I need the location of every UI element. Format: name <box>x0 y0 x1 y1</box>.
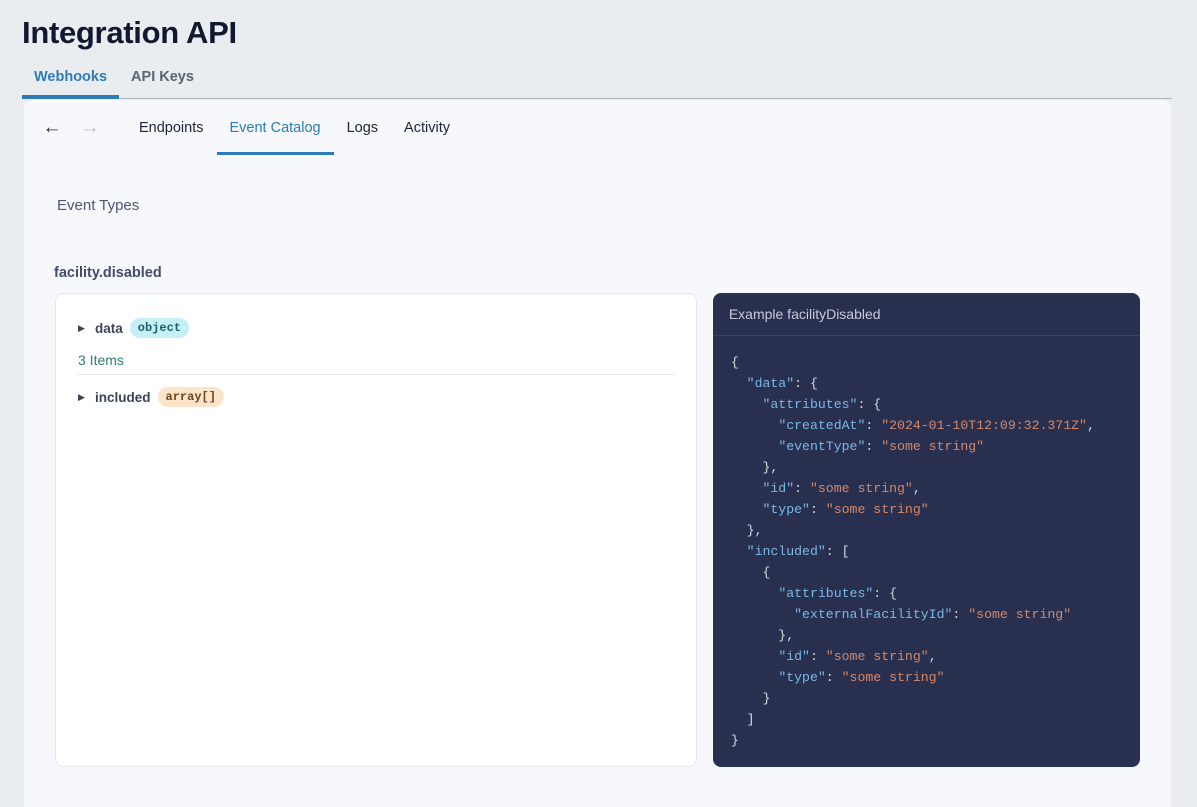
type-badge-array: array[] <box>157 387 224 407</box>
code-token: : <box>865 439 882 454</box>
code-token: "some string" <box>841 670 945 685</box>
code-example-title: Example facilityDisabled <box>712 293 1140 336</box>
code-token: : <box>825 670 842 685</box>
arrow-left-icon[interactable]: ← <box>38 114 66 142</box>
code-token: : { <box>873 586 898 601</box>
tree-row[interactable]: ▶ included array[] <box>78 383 674 411</box>
code-example-body: { "data": { "attributes": { "createdAt":… <box>713 336 1140 767</box>
subtab-logs[interactable]: Logs <box>334 100 391 155</box>
code-token: }, <box>730 628 795 643</box>
code-token: , <box>1086 418 1095 433</box>
code-token: "id" <box>778 649 810 664</box>
event-type-name: facility.disabled <box>54 265 162 281</box>
code-token: "included" <box>746 544 826 559</box>
schema-key-included: included <box>95 389 151 405</box>
code-token: "eventType" <box>778 439 866 454</box>
code-token: : <box>952 607 969 622</box>
code-token: "attributes" <box>762 397 858 412</box>
detail-columns: ▶ data object 3 Items ▶ included array[]… <box>24 281 1171 767</box>
tree-divider <box>78 374 674 375</box>
primary-tab-bar: Webhooks API Keys <box>22 69 1172 100</box>
code-token: { <box>730 565 771 580</box>
subtab-event-catalog[interactable]: Event Catalog <box>216 100 334 155</box>
code-token: }, <box>730 460 779 475</box>
code-token: "some string" <box>825 649 929 664</box>
schema-key-data: data <box>95 320 123 336</box>
code-token: , <box>912 481 921 496</box>
tab-api-keys[interactable]: API Keys <box>119 69 206 99</box>
items-count: 3 Items <box>78 352 124 368</box>
code-token: : [ <box>825 544 850 559</box>
code-token: { <box>730 355 739 370</box>
code-token: "externalFacilityId" <box>794 607 953 622</box>
schema-tree-panel: ▶ data object 3 Items ▶ included array[] <box>55 293 697 767</box>
code-token: : <box>794 481 810 496</box>
code-token: "some string" <box>825 502 929 517</box>
code-token: : { <box>794 376 818 391</box>
code-token: "some string" <box>968 607 1072 622</box>
type-badge-object: object <box>129 318 189 338</box>
code-token: "some string" <box>809 481 913 496</box>
code-token: "createdAt" <box>778 418 866 433</box>
section-title: Event Types <box>57 197 140 214</box>
code-token: : <box>865 418 882 433</box>
code-token: "2024-01-10T12:09:32.371Z" <box>881 418 1087 433</box>
page-title: Integration API <box>22 15 237 50</box>
code-token: ] <box>730 712 755 727</box>
chevron-right-icon: ▶ <box>78 391 85 402</box>
code-token: "some string" <box>881 439 985 454</box>
code-token: "id" <box>762 481 795 496</box>
content-card: ← → Endpoints Event Catalog Logs Activit… <box>24 100 1171 807</box>
code-token: } <box>730 691 771 706</box>
code-token: , <box>928 649 937 664</box>
code-token: } <box>730 733 739 748</box>
subtab-activity[interactable]: Activity <box>391 100 463 155</box>
code-token: "attributes" <box>778 586 874 601</box>
code-example-panel: Example facilityDisabled { "data": { "at… <box>712 293 1140 767</box>
code-token: "data" <box>746 376 795 391</box>
page-header: Integration API Webhooks API Keys <box>0 0 1197 100</box>
tree-row[interactable]: ▶ data object <box>78 314 674 342</box>
tab-webhooks[interactable]: Webhooks <box>22 69 120 100</box>
arrow-right-icon[interactable]: → <box>76 114 104 142</box>
subtab-endpoints[interactable]: Endpoints <box>126 100 217 155</box>
secondary-nav-bar: ← → Endpoints Event Catalog Logs Activit… <box>24 100 1171 155</box>
code-token: : <box>809 502 826 517</box>
chevron-right-icon: ▶ <box>78 322 85 333</box>
code-token: : { <box>857 397 882 412</box>
code-token: }, <box>730 523 763 538</box>
code-token: "type" <box>762 502 810 517</box>
code-token: : <box>809 649 826 664</box>
code-token: "type" <box>778 670 826 685</box>
